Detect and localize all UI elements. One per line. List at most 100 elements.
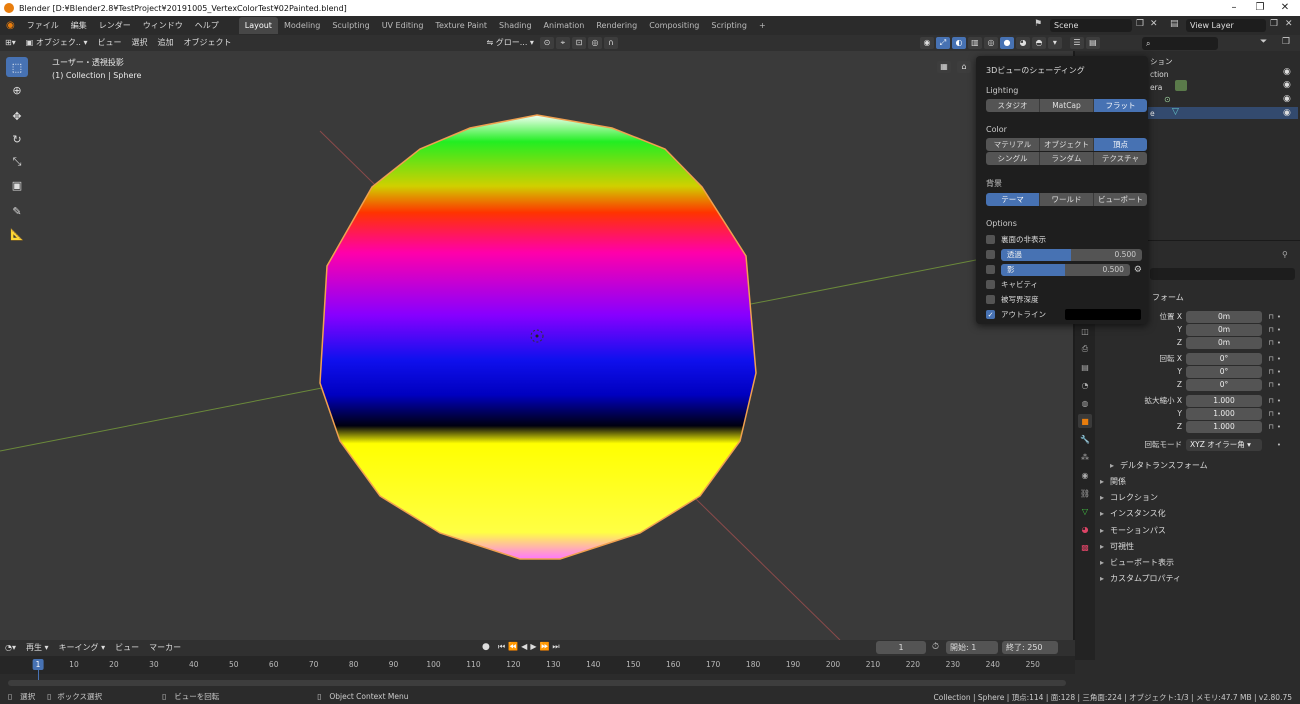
constraint-properties-icon[interactable]: ⛓ [1078, 486, 1092, 500]
object-properties-icon[interactable]: ■ [1078, 414, 1092, 428]
rotation-z-field[interactable]: 0° [1186, 378, 1262, 391]
lock-icon[interactable]: ⊓ [1266, 313, 1276, 321]
snap-target-icon[interactable]: ⊡ [571, 37, 586, 49]
color-random-button[interactable]: ランダム [1040, 152, 1094, 165]
xray-checkbox[interactable] [986, 250, 995, 259]
remove-view-layer-icon[interactable]: ✕ [1285, 19, 1293, 29]
location-y-field[interactable]: 0m [1186, 323, 1262, 336]
shadow-checkbox[interactable] [986, 265, 995, 274]
menu-render[interactable]: レンダー [93, 16, 137, 35]
background-theme-button[interactable]: テーマ [986, 193, 1040, 206]
menu-edit[interactable]: 編集 [65, 16, 93, 35]
xray-slider[interactable]: 透過 0.500 [1000, 248, 1142, 261]
transform-orientation-dropdown[interactable]: ⇋ グロー... ▾ [481, 35, 538, 51]
stopwatch-icon[interactable]: ⏱ [932, 642, 939, 652]
scene-field[interactable]: Scene [1050, 19, 1132, 32]
color-material-button[interactable]: マテリアル [986, 138, 1040, 151]
outliner-selected-row[interactable] [1148, 107, 1298, 119]
overlay-icon[interactable]: ◐ [951, 37, 966, 49]
lock-icon[interactable]: ⊓ [1266, 381, 1276, 389]
color-single-button[interactable]: シングル [986, 152, 1040, 165]
lock-icon[interactable]: ⊓ [1266, 368, 1276, 376]
relations-section[interactable]: ▸ 関係 [1100, 476, 1126, 487]
outliner-item-scene-collection[interactable]: ション [1150, 56, 1173, 67]
menu-help[interactable]: ヘルプ [189, 16, 225, 35]
visibility-eye-icon[interactable]: ◉ [1283, 94, 1291, 104]
playback-controls[interactable]: ⏮⏪◀▶⏩⏭ [498, 642, 563, 652]
cursor-tool-icon[interactable]: ⊕ [6, 80, 28, 100]
pin-icon[interactable]: ⚲ [1282, 250, 1288, 259]
transform-tool-icon[interactable]: ▣ [6, 175, 28, 195]
scene-icon[interactable]: ⚑ [1034, 19, 1042, 29]
world-properties-icon[interactable]: ◍ [1078, 396, 1092, 410]
timeline-menu-marker[interactable]: マーカー [144, 640, 186, 656]
view-layer-icon[interactable]: ▤ [1170, 19, 1179, 29]
tab-layout[interactable]: Layout [238, 17, 278, 34]
visibility-eye-icon[interactable]: ◉ [1283, 80, 1291, 90]
scale-z-field[interactable]: 1.000 [1186, 420, 1262, 433]
viewport-canvas[interactable] [0, 51, 1073, 640]
lighting-flat-button[interactable]: フラット [1094, 99, 1147, 112]
visibility-eye-icon[interactable]: ◉ [1283, 67, 1291, 77]
outline-row[interactable]: ✓ アウトライン [986, 307, 1142, 322]
dof-row[interactable]: 被写界深度 [986, 292, 1142, 307]
particle-properties-icon[interactable]: ⁂ [1078, 450, 1092, 464]
outline-color-swatch[interactable] [1065, 309, 1141, 320]
measure-tool-icon[interactable]: 📐 [6, 224, 28, 244]
timeline-menu-keying[interactable]: キーイング ▾ [54, 640, 111, 656]
shading-wireframe-icon[interactable]: ◎ [983, 37, 998, 49]
new-view-layer-icon[interactable]: ❐ [1270, 19, 1278, 29]
transform-section-header[interactable]: フォーム [1152, 292, 1184, 303]
lighting-matcap-button[interactable]: MatCap [1040, 99, 1094, 112]
annotate-tool-icon[interactable]: ✎ [6, 201, 28, 221]
motion-paths-section[interactable]: ▸ モーションパス [1100, 525, 1166, 536]
tab-compositing[interactable]: Compositing [643, 17, 705, 34]
lock-icon[interactable]: ⊓ [1266, 326, 1276, 334]
visibility-eye-icon[interactable]: ◉ [1283, 108, 1291, 118]
menu-file[interactable]: ファイル [21, 16, 65, 35]
rotation-mode-dropdown[interactable]: XYZ オイラー角 ▾ [1186, 438, 1262, 451]
view-layer-properties-icon[interactable]: ▤ [1078, 360, 1092, 374]
tab-animation[interactable]: Animation [538, 17, 591, 34]
keyframe-dot-icon[interactable]: • [1276, 339, 1282, 347]
physics-properties-icon[interactable]: ◉ [1078, 468, 1092, 482]
timeline-menu-playback[interactable]: 再生 ▾ [21, 640, 54, 656]
visibility-icon[interactable]: ◉ [919, 37, 934, 49]
mode-dropdown[interactable]: ▣ オブジェク.. ▾ [21, 35, 93, 51]
remove-scene-icon[interactable]: ✕ [1150, 19, 1158, 29]
end-frame-field[interactable]: 終了: 250 [1002, 641, 1058, 654]
display-mode-icon[interactable]: ▤ [1085, 37, 1100, 49]
material-properties-icon[interactable]: ◕ [1078, 522, 1092, 536]
filter-icon[interactable]: ⏷ [1260, 37, 1267, 47]
color-vertex-button[interactable]: 頂点 [1094, 138, 1147, 151]
dof-checkbox[interactable] [986, 295, 995, 304]
xray-icon[interactable]: ▥ [967, 37, 982, 49]
timeline-menu-view[interactable]: ビュー [110, 640, 144, 656]
keyframe-dot-icon[interactable]: • [1276, 326, 1282, 334]
backface-culling-checkbox[interactable] [986, 235, 995, 244]
collections-section[interactable]: ▸ コレクション [1100, 492, 1158, 503]
texture-properties-icon[interactable]: ▩ [1078, 540, 1092, 554]
gizmo-icon[interactable]: ⤢ [935, 37, 950, 49]
camera-view-icon[interactable]: ⌂ [957, 61, 971, 73]
tab-modeling[interactable]: Modeling [278, 17, 326, 34]
scene-properties-icon[interactable]: ◔ [1078, 378, 1092, 392]
keyframe-dot-icon[interactable]: • [1276, 368, 1282, 376]
shading-rendered-icon[interactable]: ◓ [1031, 37, 1046, 49]
view-layer-field[interactable]: View Layer [1186, 19, 1266, 32]
timeline-editor-type-icon[interactable]: ◔▾ [0, 640, 21, 656]
viewport-display-section[interactable]: ▸ ビューポート表示 [1100, 557, 1174, 568]
tab-shading[interactable]: Shading [493, 17, 538, 34]
scale-y-field[interactable]: 1.000 [1186, 407, 1262, 420]
lighting-studio-button[interactable]: スタジオ [986, 99, 1040, 112]
cavity-row[interactable]: キャビティ [986, 277, 1142, 292]
menu-view[interactable]: ビュー [92, 35, 126, 51]
tab-rendering[interactable]: Rendering [590, 17, 643, 34]
keyframe-dot-icon[interactable]: • [1276, 313, 1282, 321]
delta-transform-section[interactable]: ▸ デルタトランスフォーム [1110, 460, 1208, 471]
color-texture-button[interactable]: テクスチャ [1094, 152, 1147, 165]
pivot-icon[interactable]: ⊙ [539, 37, 554, 49]
maximize-button[interactable]: ❐ [1247, 0, 1273, 16]
lock-icon[interactable]: ⊓ [1266, 410, 1276, 418]
lock-icon[interactable]: ⊓ [1266, 423, 1276, 431]
